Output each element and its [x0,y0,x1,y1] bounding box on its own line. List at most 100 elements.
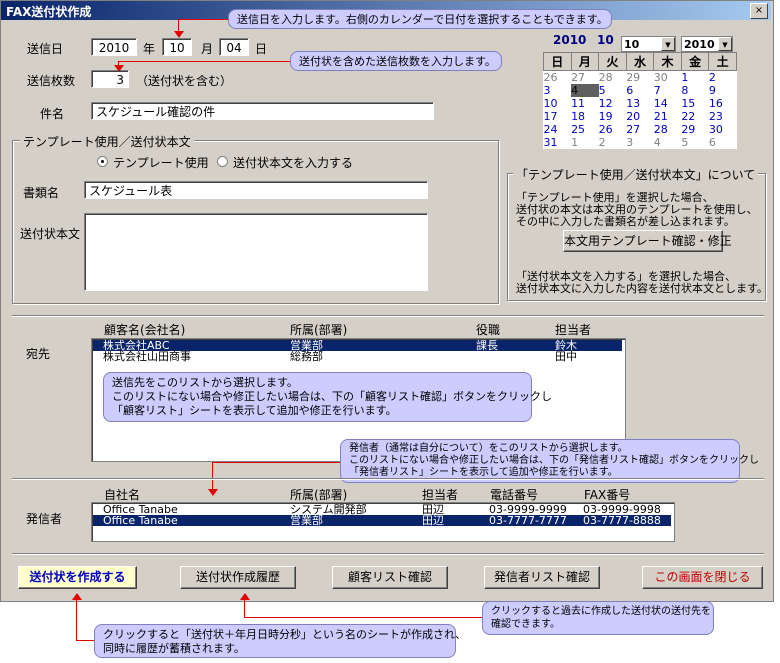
template-check-button[interactable]: 本文用テンプレート確認・修正 [563,230,732,252]
calendar-day[interactable]: 10 [544,97,572,110]
history-button[interactable]: 送付状作成履歴 [180,566,296,589]
year-combo-value: 2010 [684,38,715,51]
table-row[interactable]: Office Tanabe 営業部 田辺 03-7777-7777 03-777… [93,515,671,526]
calendar-day[interactable]: 29 [626,71,654,85]
calendar-day[interactable]: 30 [709,123,737,136]
pages-input[interactable]: 3 [91,70,129,88]
calendar-day[interactable]: 4 [654,136,682,149]
body-text-label: 送付状本文 [20,227,81,241]
calendar-day[interactable]: 30 [654,71,682,85]
sender-header-fax: FAX番号 [584,488,631,502]
info-text-3: その中に入力した書類名が差し込まれます。 [516,215,735,228]
calendar-day[interactable]: 22 [681,110,709,123]
calendar-day[interactable]: 16 [709,97,737,110]
create-callout: クリックすると「送付状＋年月日時分秒」という名のシートが作成され、 同時に履歴が… [94,624,466,658]
template-radio[interactable] [97,156,108,167]
calendar-day[interactable]: 4 [571,84,599,97]
calendar-day[interactable]: 28 [654,123,682,136]
calendar-day[interactable]: 29 [681,123,709,136]
calendar-day[interactable]: 7 [654,84,682,97]
pages-arrow-head [114,65,124,72]
body-textarea[interactable] [84,213,428,291]
template-group-legend: テンプレート使用／送付状本文 [20,133,194,150]
history-callout-line-v [244,599,245,617]
sender-callout: 発信者（通常は自分について）をこのリストから選択します。 このリストにない場合や… [340,439,759,483]
close-window-button[interactable]: × [750,3,768,19]
sender-list-button[interactable]: 発信者リスト確認 [484,566,600,589]
calendar-day[interactable]: 8 [681,84,709,97]
calendar-day[interactable]: 26 [544,71,572,85]
sender-header-dept: 所属(部署) [290,488,348,502]
chevron-down-icon[interactable]: ▼ [718,37,732,51]
calendar-day[interactable]: 24 [544,123,572,136]
calendar-day[interactable]: 1 [571,136,599,149]
calendar-weekday: 日 [543,52,572,71]
calendar-day[interactable]: 19 [599,110,627,123]
calendar-day[interactable]: 28 [599,71,627,85]
customer-list-button[interactable]: 顧客リスト確認 [332,566,448,589]
chevron-down-icon[interactable]: ▼ [661,37,675,51]
calendar-day[interactable]: 14 [654,97,682,110]
calendar-day[interactable]: 27 [626,123,654,136]
calendar-day[interactable]: 20 [626,110,654,123]
calendar-day[interactable]: 11 [571,97,599,110]
calendar-day[interactable]: 1 [681,71,709,85]
calendar-day[interactable]: 27 [571,71,599,85]
calendar-day[interactable]: 3 [544,84,572,97]
calendar-day[interactable]: 26 [599,123,627,136]
year-input[interactable]: 2010 [91,38,137,56]
body-radio-label: 送付状本文を入力する [233,156,354,170]
history-callout-line-2: 確認できます。 [491,619,560,630]
calendar-day[interactable]: 31 [544,136,572,149]
info-text-5: 送付状本文に入力した内容を送付状本文とします。 [516,282,768,295]
calendar-day[interactable]: 2 [709,71,737,85]
date-arrow-head [174,31,184,38]
calendar-day[interactable]: 2 [599,136,627,149]
info-group-legend: 「テンプレート使用／送付状本文」について [513,166,759,183]
recipient-header-company: 顧客名(会社名) [104,323,186,337]
day-input[interactable]: 04 [219,38,249,56]
recipient-callout-line-1: 送信先をこのリストから選択します。 [112,376,298,389]
calendar-day[interactable]: 15 [681,97,709,110]
calendar-year: 2010 [553,33,587,47]
calendar-month: 10 [597,33,614,47]
calendar-day[interactable]: 23 [709,110,737,123]
separator-bottom [12,553,764,555]
calendar-day[interactable]: 21 [654,110,682,123]
month-combo[interactable]: 10 ▼ [621,36,676,52]
calendar-day[interactable]: 17 [544,110,572,123]
sender-cell: 田辺 [422,514,444,527]
month-unit: 月 [201,42,214,56]
calendar-day[interactable]: 6 [709,136,737,149]
table-row[interactable]: 株式会社山田商事 総務部 田中 [93,351,622,362]
pages-callout-line [118,61,290,62]
calendar-day[interactable]: 5 [599,84,627,97]
recipient-header-dept: 所属(部署) [290,323,348,337]
recipient-cell: 総務部 [290,350,323,363]
month-input[interactable]: 10 [162,38,192,56]
calendar-day[interactable]: 13 [626,97,654,110]
recipient-cell: 株式会社山田商事 [103,350,191,363]
calendar-day[interactable]: 12 [599,97,627,110]
sender-header-company: 自社名 [104,488,141,502]
calendar-day[interactable]: 9 [709,84,737,97]
recipient-cell: 田中 [555,350,577,363]
body-radio[interactable] [217,156,228,167]
document-name-input[interactable]: スケジュール表 [84,181,428,199]
create-arrow-head [72,593,82,600]
separator-mid [12,478,764,480]
subject-input[interactable]: スケジュール確認の件 [91,102,434,120]
calendar-day[interactable]: 18 [571,110,599,123]
calendar-day[interactable]: 6 [626,84,654,97]
calendar-day[interactable]: 25 [571,123,599,136]
recipient-label: 宛先 [26,347,51,361]
send-date-label: 送信日 [27,42,64,56]
year-combo[interactable]: 2010 ▼ [681,36,733,52]
date-callout-line [178,19,228,20]
close-screen-button[interactable]: この画面を閉じる [642,566,763,589]
calendar-grid[interactable]: 日月火水木金土 26 27 28 29 30 1 2 3 4 5 6 7 8 9 10 11 12 13 14 15 1… [543,52,737,149]
history-callout: クリックすると過去に作成した送付状の送付先を 確認できます。 [482,601,714,635]
create-fax-button[interactable]: 送付状を作成する [18,566,137,589]
calendar-day[interactable]: 5 [681,136,709,149]
calendar-day[interactable]: 3 [626,136,654,149]
